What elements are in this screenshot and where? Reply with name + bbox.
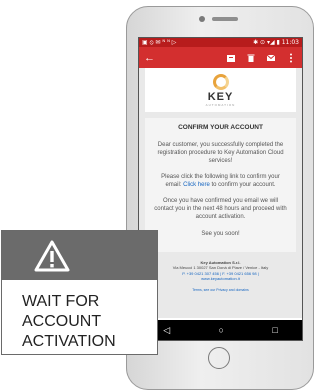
warning-message: WAIT FOR ACCOUNT ACTIVATION [2, 280, 157, 352]
confirmation-card: CONFIRM YOUR ACCOUNT Dear customer, you … [145, 118, 296, 252]
email-paragraph-2: Please click the following link to confi… [153, 173, 288, 189]
earpiece-speaker [212, 17, 238, 21]
email-paragraph-4: See you soon! [201, 230, 240, 237]
logo-ring-icon [212, 74, 229, 90]
email-heading: CONFIRM YOUR ACCOUNT [178, 124, 263, 131]
back-arrow-icon[interactable]: ← [144, 52, 155, 64]
footer-website[interactable]: www.keyautomation.it [145, 276, 296, 282]
para2-text: click the following link [181, 174, 239, 181]
logo-subtext: AUTOMATION [205, 103, 236, 107]
nav-home-icon[interactable]: ○ [219, 325, 224, 335]
mail-icon[interactable] [265, 52, 277, 64]
front-camera [199, 16, 205, 22]
phone-screen: ▣ ⦸ ✉ ᴺ ᴺ ▷ ✱ ⊙ ▾◢ ▮ 11:03 ← KEY AUTOMAT… [138, 37, 303, 341]
email-paragraph-3: Once you have confirmed you email we wil… [154, 198, 287, 221]
warning-line-1: WAIT FOR [22, 293, 100, 310]
android-nav-bar: ◁ ○ □ [139, 320, 302, 340]
status-right: ✱ ⊙ ▾◢ ▮ 11:03 [253, 39, 299, 46]
more-vert-icon[interactable] [285, 52, 297, 64]
warning-panel: WAIT FOR ACCOUNT ACTIVATION [1, 230, 158, 355]
status-bar: ▣ ⦸ ✉ ᴺ ᴺ ▷ ✱ ⊙ ▾◢ ▮ 11:03 [139, 38, 302, 47]
email-paragraph-1: Dear customer, you successfully complete… [157, 141, 284, 164]
terms-link[interactable]: Terms, see our Privacy and domains [145, 288, 296, 292]
hardware-home-button[interactable] [208, 347, 230, 369]
delete-icon[interactable] [245, 52, 257, 64]
key-automation-logo: KEY AUTOMATION [145, 68, 296, 112]
click-here-link[interactable]: Click here [183, 182, 210, 188]
warning-line-2: ACCOUNT [22, 313, 102, 330]
archive-icon[interactable] [225, 52, 237, 64]
status-left-icons: ▣ ⦸ ✉ ᴺ ᴺ ▷ [142, 38, 177, 46]
logo-text: KEY [207, 91, 234, 103]
nav-back-icon[interactable]: ◁ [163, 325, 170, 336]
para2-end: to confirm your account. [209, 182, 276, 189]
para2-before: Please [161, 174, 182, 181]
email-body: KEY AUTOMATION CONFIRM YOUR ACCOUNT Dear… [139, 68, 302, 318]
warning-triangle-icon [34, 240, 70, 271]
warning-header [2, 231, 157, 280]
nav-recents-icon[interactable]: □ [272, 325, 277, 335]
app-bar: ← [139, 47, 302, 68]
warning-line-3: ACTIVATION [22, 333, 116, 350]
email-footer: Key Automation S.r.l. Via Meucci 1 30027… [145, 252, 296, 282]
